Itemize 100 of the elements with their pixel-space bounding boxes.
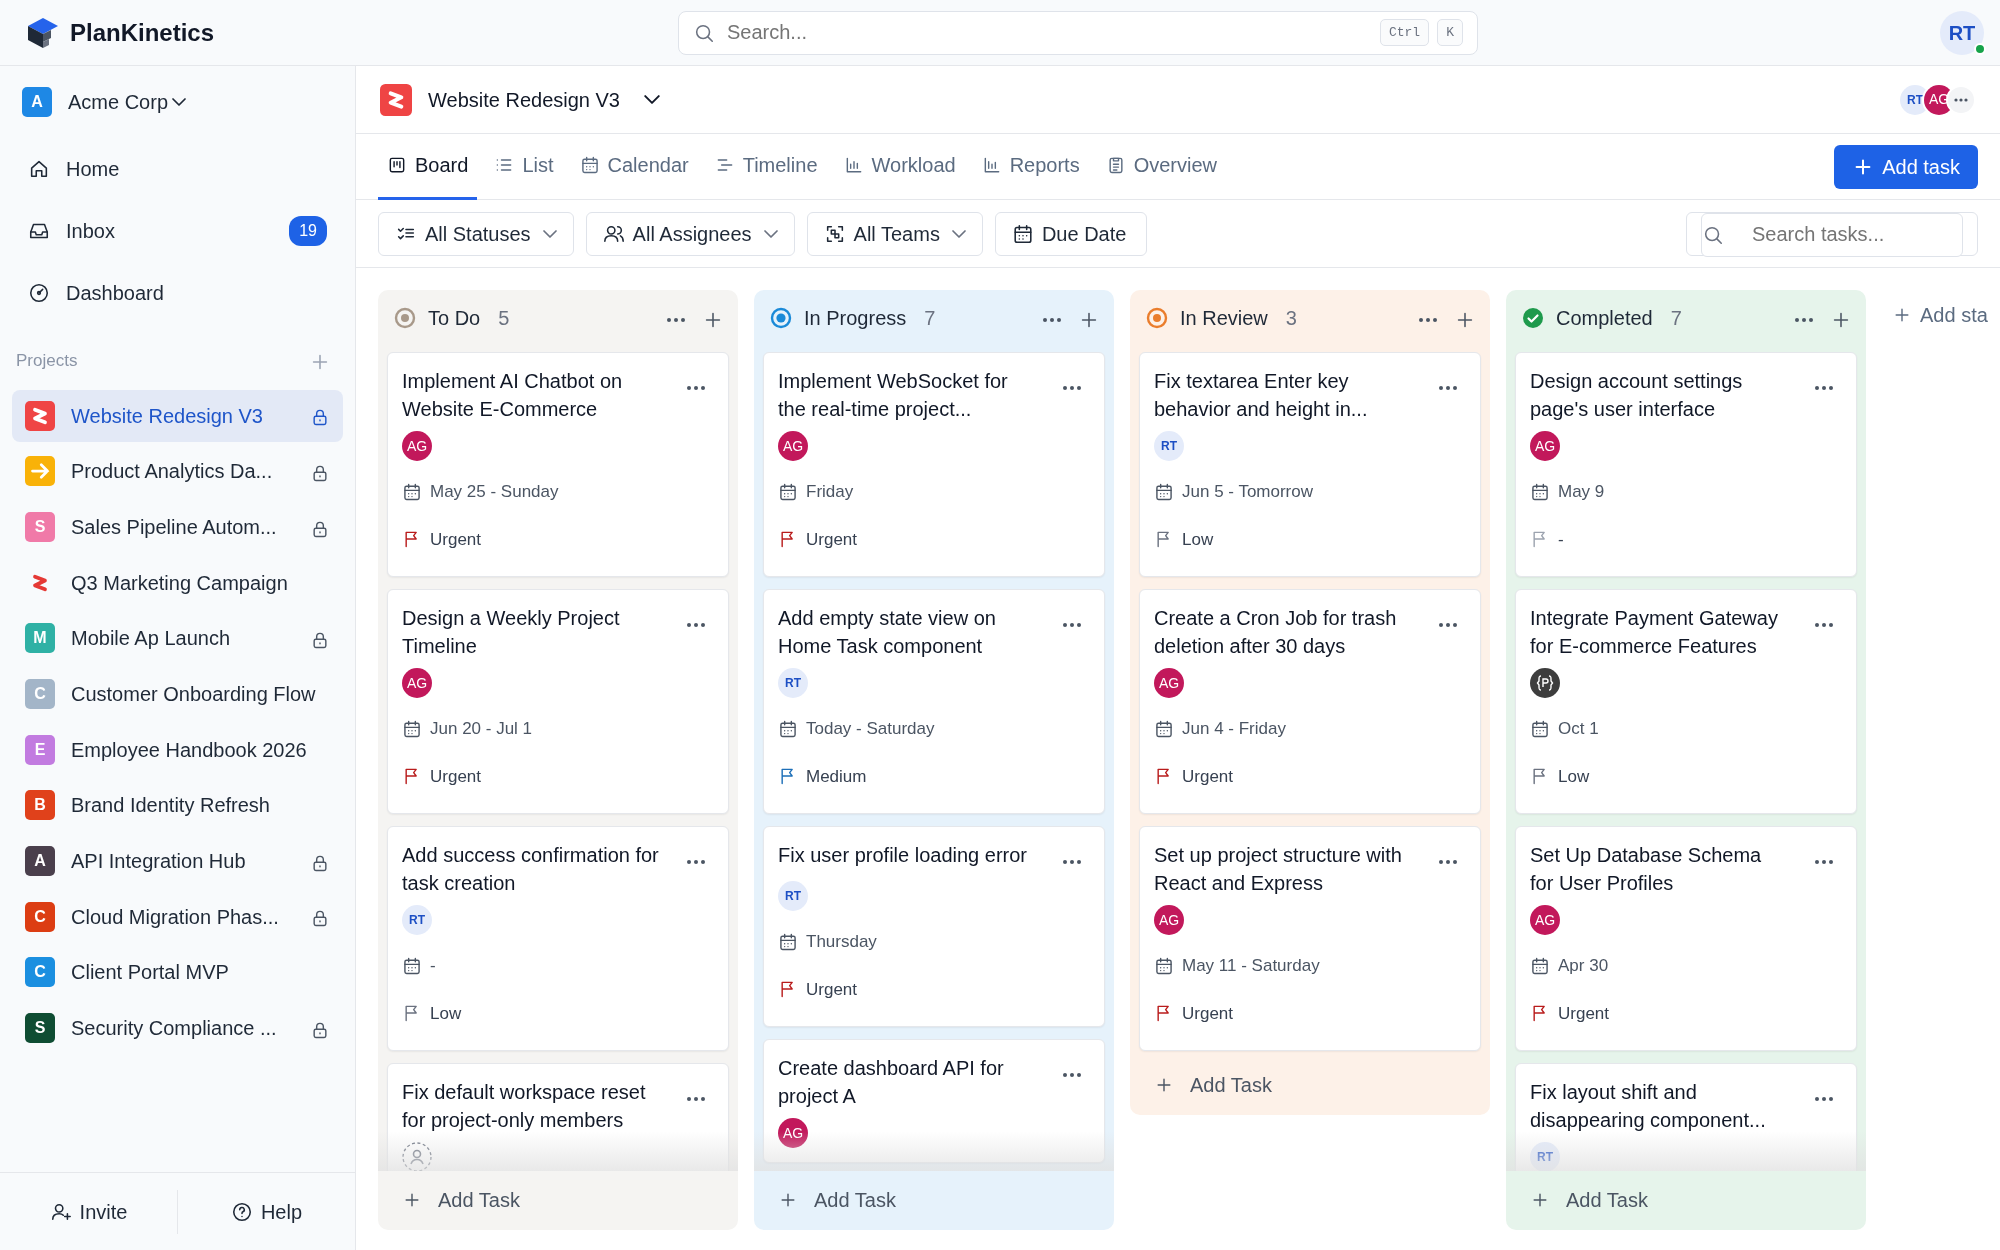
task-card[interactable]: Add empty state view on Home Task component RT Today - Saturday Medium [763,589,1105,814]
task-card[interactable]: Create a Cron Job for trash deletion after 30 days AG Jun 4 - Friday Urgent [1139,589,1481,814]
dashboard-icon [28,282,50,304]
view-tab[interactable]: Overview [1096,133,1227,200]
add-status-button[interactable]: Add sta [1882,290,1988,330]
project-icon: C [25,957,55,988]
due-date: May 11 - Saturday [1182,955,1320,977]
more-icon [686,1095,706,1102]
due-date: May 9 [1558,481,1605,503]
project-item[interactable]: Q3 Marketing Campaign [12,556,343,609]
avatar: RT [1154,431,1184,461]
column-title: In Progress [804,306,907,331]
project-icon: C [25,678,55,709]
view-tab[interactable]: Reports [972,133,1089,200]
project-item[interactable]: A API Integration Hub [12,835,343,887]
more-icon [1438,384,1458,391]
calendar-icon [778,481,798,502]
help-icon [230,1200,253,1223]
priority-label: Urgent [806,978,858,1001]
calendar-icon [778,931,798,952]
unassigned-avatar-icon [402,1142,432,1171]
filter-dropdown[interactable]: All Statuses [378,211,574,256]
avatar-icon [1530,668,1560,698]
add-task-button[interactable]: Add task [1834,144,1978,189]
task-search-field[interactable]: Search tasks... [1701,212,1963,257]
project-item[interactable]: E Employee Handbook 2026 [12,723,343,776]
priority-label: Urgent [1182,765,1234,788]
task-count: 3 [1285,306,1297,331]
due-date: Today - Saturday [806,718,935,740]
task-card[interactable]: Design a Weekly Project Timeline AG Jun 20 - Jul 1 Urgent [387,589,729,814]
avatar: AG [778,431,808,461]
task-card[interactable]: Integrate Payment Gateway for E-commerce Features Oct 1 Low [1515,589,1857,814]
task-title: Add empty state view on Home Task component [778,606,997,659]
project-item[interactable]: B Brand Identity Refresh [12,779,343,832]
task-card[interactable]: Fix layout shift and disappearing component... RT [1515,1063,1857,1171]
project-item[interactable]: C Client Portal MVP [12,946,343,999]
project-item[interactable]: M Mobile Ap Launch [12,612,343,665]
status-icon [1146,307,1168,329]
project-name: Employee Handbook 2026 [71,737,307,763]
more-icon [1814,621,1834,628]
count-badge: 19 [289,216,327,246]
add-task-row[interactable]: Add Task [754,1170,1114,1230]
project-name: Security Compliance ... [71,1016,277,1042]
nav-item[interactable]: Home [0,138,355,200]
project-icon: S [25,1013,55,1044]
project-item[interactable]: Product Analytics Da... [12,445,343,498]
avatar: AG [1154,668,1184,698]
filter-dropdown[interactable]: Due Date [994,211,1148,256]
view-tab[interactable]: List [485,133,563,200]
task-title: Fix layout shift and disappearing component... [1530,1080,1767,1133]
task-card[interactable]: Design account settings page's user interface AG May 9 - [1515,352,1857,577]
more-icon [1062,621,1082,628]
project-item[interactable]: S Security Compliance ... [12,1002,343,1055]
filter-dropdown[interactable]: All Teams [806,211,983,256]
task-card[interactable]: Create dashboard API for project A AG [763,1039,1105,1163]
task-card[interactable]: Fix textarea Enter key behavior and height in... RT Jun 5 - Tomorrow Low [1139,352,1481,577]
filter-dropdown[interactable]: All Assignees [585,211,795,256]
search-bar[interactable]: Search... Ctrl K [678,10,1478,55]
task-card[interactable]: Fix default workspace reset for project-only members [387,1063,729,1171]
avatar: AG [402,431,432,461]
workspace-switcher[interactable]: Acme Corp [68,87,187,117]
view-tab[interactable]: Timeline [705,133,827,200]
task-card[interactable]: Implement WebSocket for the real-time project... AG Friday Urgent [763,352,1105,577]
search-field[interactable]: Search... [723,12,1372,53]
user-avatar[interactable]: RT [1940,10,1984,55]
task-card[interactable]: Set up project structure with React and Express AG May 11 - Saturday Urgent [1139,826,1481,1051]
task-card[interactable]: Set Up Database Schema for User Profiles AG Apr 30 Urgent [1515,826,1857,1051]
invite-button[interactable]: Invite [0,1195,177,1228]
project-switcher[interactable]: Website Redesign V3 [428,84,660,115]
more-icon [1062,1071,1082,1078]
chevron-icon [643,95,660,104]
project-item[interactable]: Website Redesign V3 [12,389,343,442]
task-card[interactable]: Implement AI Chatbot on Website E-Commerce AG May 25 - Sunday Urgent [387,352,729,577]
view-tab[interactable]: Workload [834,133,965,200]
calendar-icon [1011,222,1034,245]
task-card[interactable]: Fix user profile loading error RT Thursday Urgent [763,826,1105,1027]
view-tab[interactable]: Calendar [570,133,698,200]
nav-item[interactable]: Dashboard [0,262,355,324]
calendar-icon [402,481,422,502]
workspace-icon: A [22,87,52,117]
avatar: RT [402,905,432,935]
add-task-row[interactable]: Add Task [378,1170,738,1230]
add-task-row[interactable]: Add Task [1506,1170,1866,1230]
project-name: Client Portal MVP [71,960,229,986]
view-tab[interactable]: Board [378,133,478,200]
more-icon [1418,316,1438,323]
project-logo-icon [25,400,55,431]
priority-label: Low [1182,528,1214,551]
task-card[interactable]: Add success confirmation for task creation RT - Low [387,826,729,1051]
calendar-icon [1154,718,1174,739]
project-item[interactable]: C Cloud Migration Phas... [12,890,343,943]
add-task-row[interactable]: Add Task [1130,1055,1490,1115]
help-button[interactable]: Help [178,1195,355,1228]
shortcut-key: Ctrl [1379,18,1430,47]
more-icon [1814,858,1834,865]
task-title: Implement WebSocket for the real-time project... [778,369,1009,422]
project-item[interactable]: C Customer Onboarding Flow [12,667,343,720]
nav-item[interactable]: Inbox 19 [0,200,355,262]
project-item[interactable]: S Sales Pipeline Autom... [12,500,343,553]
task-title: Create a Cron Job for trash deletion after 30 days [1154,606,1398,659]
